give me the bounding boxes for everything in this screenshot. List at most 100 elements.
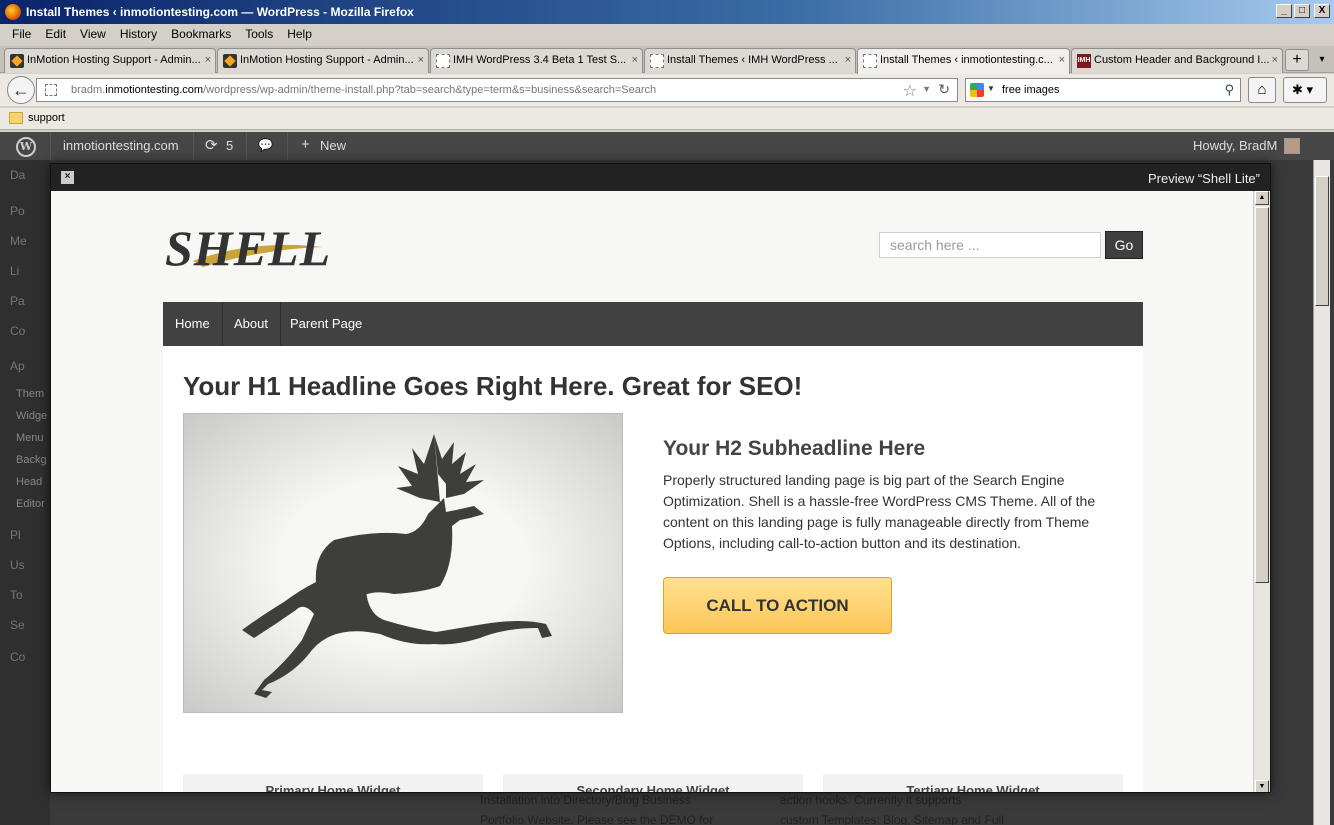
search-bar[interactable]: ▼ free images ⚲ xyxy=(965,78,1241,102)
theme-nav-bar: Home About Parent Page xyxy=(163,302,1143,346)
url-history-dropdown-icon[interactable]: ▼ xyxy=(922,84,931,94)
sidebar-sub-background[interactable]: Backg xyxy=(16,454,47,466)
plus-icon[interactable]: + xyxy=(301,136,310,153)
reload-icon[interactable]: ↻ xyxy=(938,81,950,98)
sidebar-item-media[interactable]: Me xyxy=(10,234,27,248)
window-title-bar[interactable]: Install Themes ‹ inmotiontesting.com — W… xyxy=(0,0,1334,24)
tab-label: IMH WordPress 3.4 Beta 1 Test S... xyxy=(453,54,627,66)
tab-close-icon[interactable]: × xyxy=(632,54,638,66)
sidebar-item-tools[interactable]: To xyxy=(10,588,23,602)
back-button[interactable]: ← xyxy=(7,76,35,104)
home-button[interactable]: ⌂ xyxy=(1248,77,1276,103)
tab-close-icon[interactable]: × xyxy=(205,54,211,66)
preview-scrollbar-thumb[interactable] xyxy=(1255,207,1269,583)
page-scrollbar-thumb[interactable] xyxy=(1315,176,1329,306)
theme-search-input[interactable]: search here ... xyxy=(879,232,1101,258)
sidebar-item-posts[interactable]: Po xyxy=(10,204,25,218)
background-text-col1: Installation into Directory/Blog Busines… xyxy=(480,793,714,825)
browser-tab[interactable]: IMH Custom Header and Background I... × xyxy=(1071,48,1283,73)
sidebar-item-pages[interactable]: Pa xyxy=(10,294,25,308)
tab-close-icon[interactable]: × xyxy=(418,54,424,66)
modal-header: × Preview “Shell Lite” xyxy=(51,164,1270,191)
url-bar[interactable]: bradm.inmotiontesting.com/wordpress/wp-a… xyxy=(36,78,958,102)
sidebar-item-settings[interactable]: Se xyxy=(10,618,25,632)
preview-scrollbar[interactable]: ▲ ▼ xyxy=(1253,191,1270,792)
google-icon[interactable] xyxy=(970,83,984,97)
sidebar-item-links[interactable]: Li xyxy=(10,264,19,278)
firefox-icon[interactable] xyxy=(5,4,21,20)
browser-tab[interactable]: IMH WordPress 3.4 Beta 1 Test S... × xyxy=(430,48,643,73)
tertiary-home-widget: Tertiary Home Widget xyxy=(823,774,1123,792)
tab-list-dropdown[interactable]: ▾ xyxy=(1314,49,1330,71)
sidebar-item-users[interactable]: Us xyxy=(10,558,25,572)
new-tab-button[interactable]: + xyxy=(1285,49,1309,71)
sidebar-collapse[interactable]: Co xyxy=(10,650,25,664)
admin-bar-site-name[interactable]: inmotiontesting.com xyxy=(63,138,179,153)
menu-view[interactable]: View xyxy=(73,24,113,44)
admin-bar-howdy[interactable]: Howdy, BradM xyxy=(1193,138,1277,153)
window-title: Install Themes ‹ inmotiontesting.com — W… xyxy=(26,5,414,19)
sidebar-sub-header[interactable]: Head xyxy=(16,476,42,488)
browser-tab-active[interactable]: Install Themes ‹ inmotiontesting.c... × xyxy=(857,48,1070,74)
menu-file[interactable]: File xyxy=(5,24,38,44)
site-identity-icon[interactable] xyxy=(45,84,57,96)
tab-label: Install Themes ‹ IMH WordPress ... xyxy=(667,54,838,66)
theme-preview-frame: SHELL search here ... Go Home About Pare… xyxy=(51,191,1254,792)
menu-tools[interactable]: Tools xyxy=(238,24,280,44)
theme-nav-home[interactable]: Home xyxy=(163,302,223,346)
tab-close-icon[interactable]: × xyxy=(845,54,851,66)
imh-red-icon: IMH xyxy=(1077,54,1091,68)
wordpress-logo-icon[interactable]: W xyxy=(16,137,36,157)
sidebar-sub-menus[interactable]: Menu xyxy=(16,432,44,444)
menu-bookmarks[interactable]: Bookmarks xyxy=(164,24,238,44)
menu-bar: File Edit View History Bookmarks Tools H… xyxy=(0,24,1334,44)
sidebar-item-appearance[interactable]: Ap xyxy=(10,359,25,373)
page-scrollbar[interactable] xyxy=(1313,160,1330,825)
sidebar-item-plugins[interactable]: Pl xyxy=(10,528,21,542)
tab-close-icon[interactable]: × xyxy=(1059,54,1065,66)
updates-icon[interactable]: ⟳ xyxy=(205,136,218,154)
url-text[interactable]: bradm.inmotiontesting.com/wordpress/wp-a… xyxy=(71,84,656,96)
call-to-action-button[interactable]: CALL TO ACTION xyxy=(663,577,892,634)
browser-tab[interactable]: InMotion Hosting Support - Admin... × xyxy=(4,48,216,73)
tab-close-icon[interactable]: × xyxy=(1272,54,1278,66)
updates-count[interactable]: 5 xyxy=(226,138,233,153)
browser-tab[interactable]: Install Themes ‹ IMH WordPress ... × xyxy=(644,48,856,73)
admin-bar-new[interactable]: New xyxy=(320,138,346,153)
search-icon[interactable]: ⚲ xyxy=(1224,82,1234,98)
wp-admin-bar: W inmotiontesting.com ⟳ 5 💬 + New Howdy,… xyxy=(0,132,1334,160)
maximize-button[interactable]: □ xyxy=(1294,4,1310,18)
tab-label: Install Themes ‹ inmotiontesting.c... xyxy=(880,54,1053,66)
comments-icon[interactable]: 💬 xyxy=(258,138,273,152)
theme-h2-subheadline: Your H2 Subheadline Here xyxy=(663,437,926,460)
menu-history[interactable]: History xyxy=(113,24,164,44)
sidebar-item-dashboard[interactable]: Da xyxy=(10,168,25,182)
scroll-down-arrow[interactable]: ▼ xyxy=(1255,780,1269,792)
avatar[interactable] xyxy=(1284,138,1300,154)
minimize-button[interactable]: _ xyxy=(1276,4,1292,18)
theme-nav-about[interactable]: About xyxy=(222,302,281,346)
shell-logo[interactable]: SHELL xyxy=(163,219,369,275)
sidebar-sub-editor[interactable]: Editor xyxy=(16,498,45,510)
menu-help[interactable]: Help xyxy=(280,24,319,44)
secondary-home-widget: Secondary Home Widget xyxy=(503,774,803,792)
theme-nav-parent-page[interactable]: Parent Page xyxy=(278,302,374,346)
tab-label: InMotion Hosting Support - Admin... xyxy=(240,54,414,66)
theme-search-go-button[interactable]: Go xyxy=(1105,231,1143,259)
sidebar-sub-widgets[interactable]: Widge xyxy=(16,410,47,422)
bookmark-support[interactable]: support xyxy=(28,112,65,124)
sidebar-item-comments[interactable]: Co xyxy=(10,324,25,338)
menu-edit[interactable]: Edit xyxy=(38,24,73,44)
modal-close-button[interactable]: × xyxy=(61,171,74,184)
blank-page-icon xyxy=(863,54,877,68)
primary-home-widget: Primary Home Widget xyxy=(183,774,483,792)
browser-tab[interactable]: InMotion Hosting Support - Admin... × xyxy=(217,48,429,73)
addon-button[interactable]: ✱ ▾ xyxy=(1283,77,1327,103)
scroll-up-arrow[interactable]: ▲ xyxy=(1255,191,1269,205)
search-engine-dropdown-icon[interactable]: ▼ xyxy=(987,84,995,93)
sidebar-sub-themes[interactable]: Them xyxy=(16,388,44,400)
blank-page-icon xyxy=(650,54,664,68)
close-window-button[interactable]: X xyxy=(1314,4,1330,18)
bookmark-star-icon[interactable]: ☆ xyxy=(903,81,917,101)
search-input[interactable]: free images xyxy=(1002,84,1059,96)
